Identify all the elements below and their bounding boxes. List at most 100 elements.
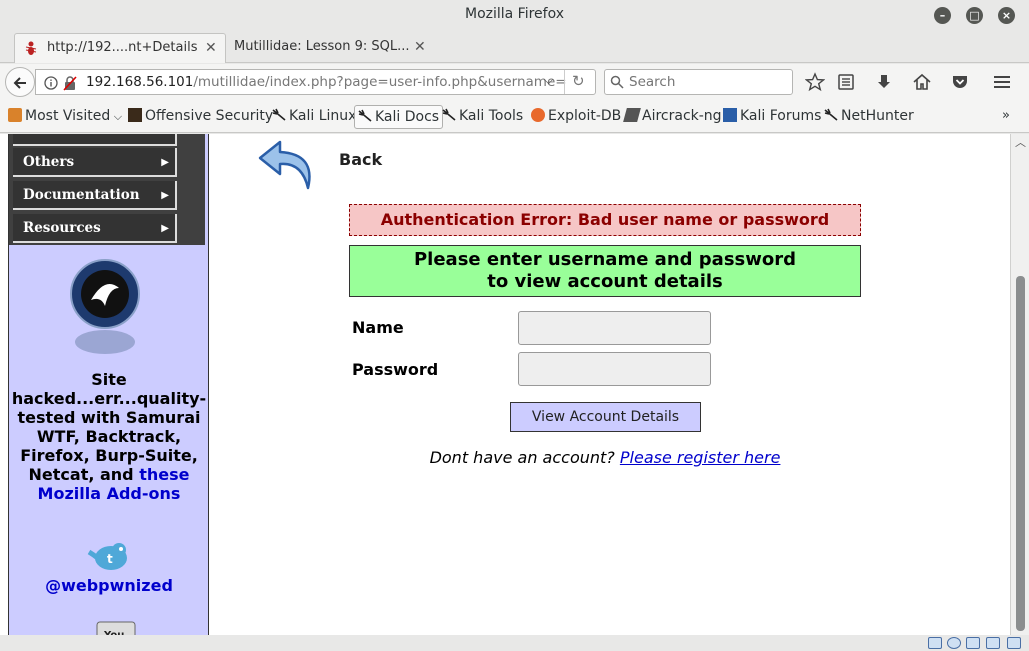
svg-text:t: t xyxy=(107,552,113,566)
offsec-icon xyxy=(128,108,142,122)
navigation-toolbar: 192.168.56.101/mutillidae/index.php?page… xyxy=(0,64,1029,100)
bookmark-star-icon[interactable] xyxy=(805,72,825,92)
ant-favicon-icon xyxy=(25,41,37,55)
twitter-handle-link[interactable]: @webpwnized xyxy=(9,576,209,595)
triangle-right-icon: ▶ xyxy=(161,190,169,201)
site-blurb: Site hacked...err...quality-tested with … xyxy=(11,370,207,503)
register-link[interactable]: Please register here xyxy=(620,448,781,467)
scrollbar-thumb[interactable] xyxy=(1016,276,1025,631)
tray-network-icon[interactable] xyxy=(928,637,942,649)
downloads-icon[interactable] xyxy=(874,72,894,92)
menu-item-others[interactable]: Others ▶ xyxy=(13,148,177,177)
login-prompt: Please enter username and password to vi… xyxy=(349,245,861,297)
back-arrow-icon xyxy=(13,77,26,89)
tray-display-icon[interactable] xyxy=(986,637,1000,649)
bookmark-label: Most Visited xyxy=(25,108,111,124)
window-title: Mozilla Firefox xyxy=(464,6,565,22)
reading-list-icon[interactable] xyxy=(836,72,856,92)
url-text[interactable]: 192.168.56.101/mutillidae/index.php?page… xyxy=(86,74,567,90)
youtube-icon[interactable]: You xyxy=(93,616,139,635)
url-bar[interactable]: 192.168.56.101/mutillidae/index.php?page… xyxy=(35,69,596,95)
kali-dragon-icon xyxy=(442,108,456,122)
triangle-right-icon: ▶ xyxy=(161,223,169,234)
url-dropdown-chevron-icon[interactable]: ⌵ xyxy=(544,73,553,88)
aircrack-icon xyxy=(623,108,641,122)
bookmark-most-visited[interactable]: Most Visited ⌵ xyxy=(8,107,122,127)
home-icon[interactable] xyxy=(912,72,932,92)
sidebar-menu: Others ▶ Documentation ▶ Resources ▶ xyxy=(9,134,205,245)
search-icon xyxy=(610,75,624,89)
bookmark-kali-forums[interactable]: Kali Forums xyxy=(723,107,821,127)
register-prompt: Dont have an account? Please register he… xyxy=(0,448,1010,467)
bookmark-label: Offensive Security xyxy=(145,108,274,124)
bookmark-kali-docs[interactable]: Kali Docs xyxy=(354,105,444,129)
view-account-details-button[interactable]: View Account Details xyxy=(510,402,701,432)
password-label: Password xyxy=(352,360,439,379)
bookmark-kali-tools[interactable]: Kali Tools xyxy=(442,107,523,127)
bookmark-label: Aircrack-ng xyxy=(642,108,722,124)
window-titlebar: Mozilla Firefox – □ × xyxy=(0,0,1029,31)
bookmark-kali-linux[interactable]: Kali Linux xyxy=(272,107,356,127)
menu-item-resources[interactable]: Resources ▶ xyxy=(13,214,177,243)
bookmark-label: NetHunter xyxy=(841,108,914,124)
name-label: Name xyxy=(352,318,404,337)
twitter-bird-icon[interactable]: t xyxy=(85,538,135,574)
tab-close-icon[interactable]: ✕ xyxy=(205,34,217,62)
triangle-right-icon: ▶ xyxy=(161,157,169,168)
menu-item-documentation[interactable]: Documentation ▶ xyxy=(13,181,177,210)
tab-close-icon[interactable]: ✕ xyxy=(414,33,426,61)
info-icon[interactable] xyxy=(44,76,58,90)
maximize-button[interactable]: □ xyxy=(966,7,983,24)
vertical-scrollbar[interactable]: ︿ xyxy=(1010,134,1029,635)
hamburger-menu-icon[interactable] xyxy=(992,72,1012,92)
scroll-up-icon[interactable]: ︿ xyxy=(1015,134,1026,150)
reload-icon[interactable]: ↻ xyxy=(572,72,585,90)
back-arrow-icon[interactable] xyxy=(256,136,320,194)
gear-icon xyxy=(8,108,22,122)
bookmark-nethunter[interactable]: NetHunter xyxy=(824,107,914,127)
tab-strip: http://192....nt+Details ✕ Mutillidae: L… xyxy=(0,31,1029,88)
tab-user-info[interactable]: http://192....nt+Details ✕ xyxy=(14,33,226,63)
back-link[interactable]: Back xyxy=(339,150,382,169)
menu-item-label: Documentation xyxy=(23,187,140,203)
close-window-button[interactable]: × xyxy=(998,7,1015,24)
tab-mutillidae-lesson[interactable]: Mutillidae: Lesson 9: SQL... ✕ xyxy=(230,33,430,63)
sidebar: Others ▶ Documentation ▶ Resources ▶ Site h… xyxy=(8,134,209,635)
search-bar[interactable] xyxy=(604,69,793,95)
status-bar xyxy=(0,635,1029,651)
prompt-line-1: Please enter username and password xyxy=(413,249,797,270)
bookmarks-overflow-icon[interactable]: » xyxy=(1002,107,1010,127)
exploit-db-icon xyxy=(531,108,545,122)
register-prefix: Dont have an account? xyxy=(429,448,615,467)
name-input[interactable] xyxy=(518,311,711,345)
search-input[interactable] xyxy=(627,72,787,92)
minimize-button[interactable]: – xyxy=(934,7,951,24)
bookmark-label: Kali Tools xyxy=(459,108,524,124)
owasp-logo-icon xyxy=(70,259,140,354)
chevron-down-icon: ⌵ xyxy=(110,110,123,123)
tab-label: Mutillidae: Lesson 9: SQL... xyxy=(234,39,410,54)
bookmark-exploit-db[interactable]: Exploit-DB xyxy=(531,107,621,127)
url-path: /mutillidae/index.php?page=user-info.php… xyxy=(193,74,567,90)
menu-item-label: Others xyxy=(23,154,75,170)
bookmark-aircrack-ng[interactable]: Aircrack-ng xyxy=(623,107,722,127)
bookmarks-toolbar: Most Visited ⌵ Offensive Security Kali L… xyxy=(0,100,1029,133)
menu-item-label: Resources xyxy=(23,220,101,236)
tray-usb-icon[interactable] xyxy=(966,637,980,649)
page-content: Others ▶ Documentation ▶ Resources ▶ Site h… xyxy=(0,134,1010,635)
bookmark-offensive-security[interactable]: Offensive Security xyxy=(128,107,273,127)
menu-item-partial[interactable] xyxy=(13,134,177,146)
bookmark-label: Exploit-DB xyxy=(548,108,622,124)
authentication-error-message: Authentication Error: Bad user name or p… xyxy=(349,204,861,236)
insecure-lock-icon[interactable] xyxy=(62,75,78,91)
back-button[interactable] xyxy=(5,67,35,97)
tray-pen-icon[interactable] xyxy=(1007,637,1021,649)
pocket-icon[interactable] xyxy=(950,72,970,92)
url-host: 192.168.56.101 xyxy=(86,74,194,90)
password-input[interactable] xyxy=(518,352,711,386)
tray-disc-icon[interactable] xyxy=(947,637,961,649)
prompt-line-2: to view account details xyxy=(487,271,723,292)
bookmark-label: Kali Docs xyxy=(375,109,440,125)
tab-label: http://192....nt+Details xyxy=(47,40,198,55)
kali-dragon-icon xyxy=(272,108,286,122)
